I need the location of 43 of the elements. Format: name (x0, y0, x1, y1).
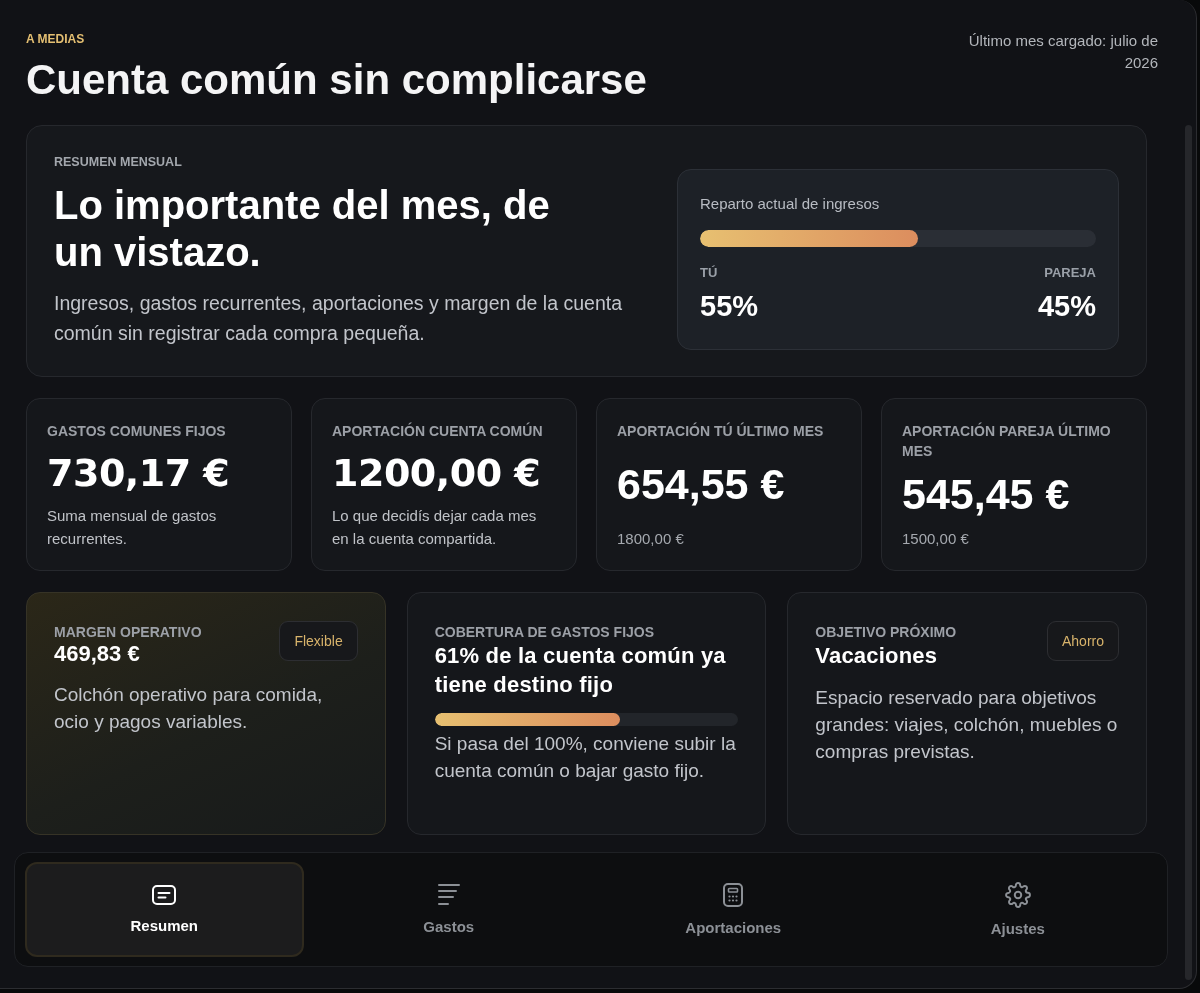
card-value: 469,83 € (54, 641, 141, 667)
stat-description: Suma mensual de gastos recurrentes. (47, 506, 218, 549)
stat-value: 730,17 € (47, 449, 231, 497)
category-tag: Ahorro (1047, 621, 1119, 661)
split-title: Reparto actual de ingresos (700, 193, 881, 214)
stat-note: 1800,00 € (617, 529, 685, 549)
share-value: 45% (1037, 288, 1096, 323)
share-label: TÚ (700, 264, 719, 281)
page-title: Cuenta común sin complicarse (26, 55, 647, 105)
stat-note: 1500,00 € (902, 529, 970, 549)
section-label: RESUMEN MENSUAL (54, 154, 183, 170)
summary-description: Ingresos, gastos recurrentes, aportaciones y margen de la cuenta común sin registrar cada compra pequeña. (54, 291, 623, 346)
summary-heading: Lo importante del mes, de un vistazo. (54, 182, 551, 276)
scrollbar-thumb[interactable] (1185, 125, 1192, 980)
card-title: 61% de la cuenta común ya tiene destino fijo (434, 642, 727, 699)
stat-label: GASTOS COMUNES FIJOS (47, 422, 227, 441)
card-label: COBERTURA DE GASTOS FIJOS (434, 623, 656, 641)
stat-description: Lo que decidís dejar cada mes en la cuenta compartida. (332, 506, 538, 549)
card-label: OBJETIVO PRÓXIMO (815, 623, 958, 641)
card-label: MARGEN OPERATIVO (54, 623, 203, 641)
settings-icon (1004, 882, 1031, 908)
stat-label: APORTACIÓN PAREJA ÚLTIMO MES (902, 421, 1112, 461)
lines-icon (437, 884, 460, 906)
card-description: Espacio reservado para objetivos grandes: viajes, colchón, muebles o compras previstas. (815, 686, 1119, 764)
category-tag: Flexible (279, 621, 358, 661)
stat-value: 654,55 € (617, 459, 786, 509)
nav-tab[interactable]: Aportaciones (594, 862, 873, 957)
nav-tab[interactable]: Resumen (25, 862, 304, 957)
share-label: PAREJA (1044, 264, 1096, 281)
share-value: 55% (700, 288, 759, 323)
stat-value: 545,45 € (902, 469, 1071, 519)
stat-label: APORTACIÓN CUENTA COMÚN (332, 421, 544, 441)
card-description: Si pasa del 100%, conviene subir la cuenta común o bajar gasto fijo. (434, 732, 737, 783)
nav-tab[interactable]: Ajustes (878, 862, 1157, 957)
card-title: Vacaciones (815, 642, 939, 670)
note-icon (152, 885, 177, 905)
stat-value: 1200,00 € (332, 449, 542, 497)
card-description: Colchón operativo para comida, ocio y pagos variables. (54, 683, 324, 734)
stat-label: APORTACIÓN TÚ ÚLTIMO MES (617, 421, 825, 441)
brand-label: A MEDIAS (26, 31, 86, 47)
calculator-icon (723, 883, 744, 907)
last-loaded-month: Último mes cargado: julio de 2026 (967, 31, 1158, 73)
nav-tab[interactable]: Gastos (309, 862, 588, 957)
